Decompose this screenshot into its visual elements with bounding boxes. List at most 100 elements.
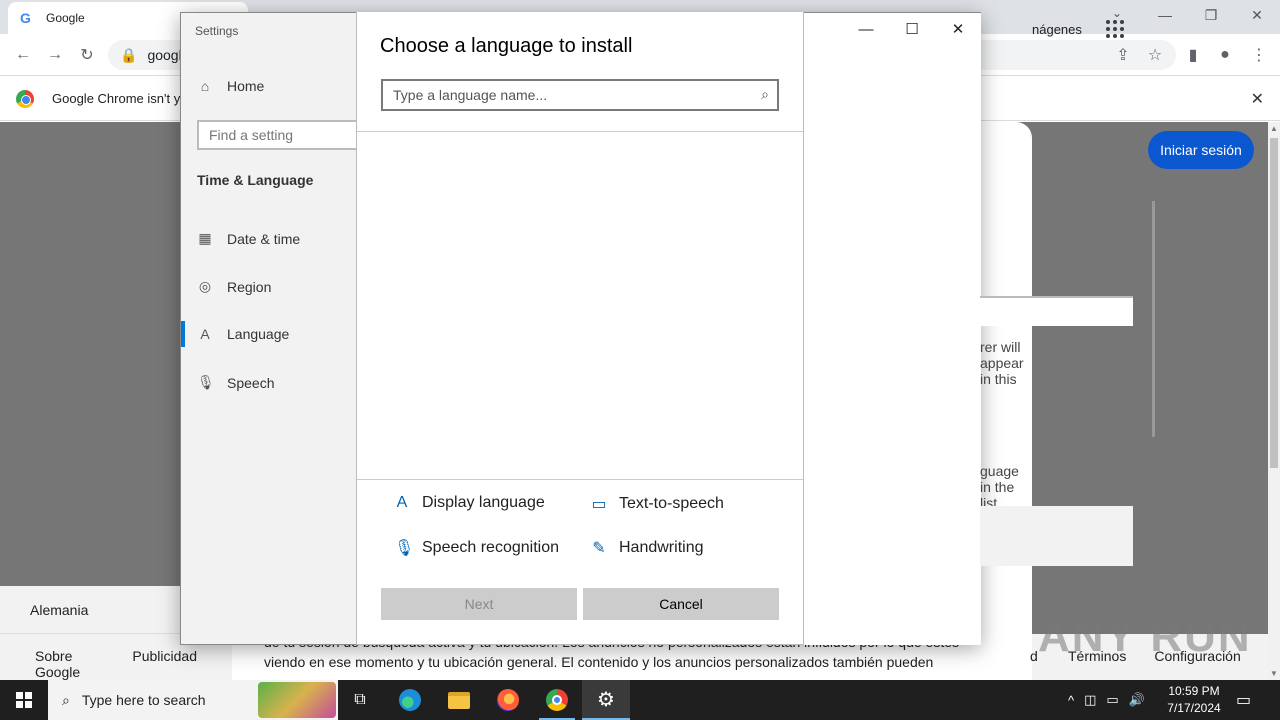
scroll-up-arrow-icon[interactable]: ▲ xyxy=(1270,124,1278,133)
reload-icon[interactable]: ↻ xyxy=(76,44,98,66)
microphone-icon: 🎙 xyxy=(197,374,215,390)
folder-icon xyxy=(448,691,470,709)
google-favicon-icon: G xyxy=(20,10,31,26)
settings-close-button[interactable]: ✕ xyxy=(935,13,981,45)
feature-label: Display language xyxy=(422,494,545,511)
profile-avatar-icon[interactable]: ● xyxy=(1214,44,1236,66)
language-search-input[interactable]: Type a language name... ⌕ xyxy=(381,79,779,111)
footer-link-ads[interactable]: Publicidad xyxy=(132,648,197,666)
page-scrollbar[interactable]: ▲ ▼ xyxy=(1268,122,1280,680)
find-setting-input[interactable]: Find a setting xyxy=(197,120,367,150)
chrome-menu-icon[interactable]: ⋮ xyxy=(1248,44,1270,66)
taskbar-chrome[interactable] xyxy=(533,680,581,720)
share-icon[interactable]: ⇪ xyxy=(1112,44,1134,66)
taskbar-search-box[interactable]: ⌕ Type here to search xyxy=(48,680,338,720)
scroll-down-arrow-icon[interactable]: ▼ xyxy=(1270,669,1278,678)
footer-right-prefix: d xyxy=(1030,648,1038,664)
feature-label: Handwriting xyxy=(619,539,704,556)
feature-label: Speech recognition xyxy=(422,539,559,556)
nav-region[interactable]: ◎ Region xyxy=(197,278,271,295)
clock-date: 7/17/2024 xyxy=(1167,701,1221,715)
nav-date-time[interactable]: ▦ Date & time xyxy=(197,230,300,247)
taskbar-settings[interactable]: ⚙ xyxy=(582,680,630,720)
background-input xyxy=(980,296,1133,326)
task-view-icon: ⧉ xyxy=(354,691,366,708)
device-icon[interactable]: ◫ xyxy=(1084,692,1096,708)
settings-scrollbar[interactable] xyxy=(1152,201,1155,437)
signin-button[interactable]: Iniciar sesión xyxy=(1148,131,1254,169)
nav-label: Language xyxy=(227,326,290,342)
handwriting-icon: ✎ xyxy=(592,540,606,557)
settings-window-controls: — ☐ ✕ xyxy=(843,13,981,45)
divider xyxy=(357,479,803,480)
feature-handwriting: ✎ Handwriting xyxy=(591,538,703,558)
network-icon[interactable]: ▭ xyxy=(1106,692,1118,708)
notification-icon[interactable]: ▭ xyxy=(1236,690,1251,710)
nav-label: Speech xyxy=(227,374,275,391)
taskbar-clock[interactable]: 10:59 PM 7/17/2024 xyxy=(1164,683,1224,717)
tab-search-chevron-icon[interactable]: ⌄ xyxy=(1112,6,1122,20)
globe-icon: ◎ xyxy=(198,278,212,294)
volume-icon[interactable]: 🔊 xyxy=(1129,692,1145,708)
infobar-text: Google Chrome isn't y xyxy=(52,91,181,106)
feature-display-language: A Display language xyxy=(394,494,545,512)
lock-icon: 🔒 xyxy=(120,46,138,63)
infobar-close-icon[interactable]: ✕ xyxy=(1251,89,1264,109)
back-arrow-icon[interactable]: ← xyxy=(12,44,34,66)
footer-link-about[interactable]: Sobre Google xyxy=(35,648,106,680)
anyrun-watermark: ANY RUN xyxy=(1038,612,1252,661)
bookmark-star-icon[interactable]: ☆ xyxy=(1144,44,1166,66)
nav-label: Date & time xyxy=(227,230,301,247)
background-panel xyxy=(980,506,1133,566)
chrome-minimize-button[interactable]: — xyxy=(1142,0,1188,30)
chrome-restore-button[interactable]: ❐ xyxy=(1188,0,1234,30)
display-language-icon: A xyxy=(396,494,408,511)
nav-home-label: Home xyxy=(227,78,265,94)
taskbar-file-explorer[interactable] xyxy=(435,680,483,720)
tab-title: Google xyxy=(46,11,85,25)
taskbar: ⌕ Type here to search ⧉ ⚙ ^ ◫ ▭ 🔊 10:59 … xyxy=(0,680,1280,720)
taskbar-edge[interactable] xyxy=(386,680,434,720)
start-button[interactable] xyxy=(0,680,48,720)
dialog-title: Choose a language to install xyxy=(380,35,633,57)
choose-language-dialog: Choose a language to install Type a lang… xyxy=(356,12,804,645)
background-text: rer will appear in this xyxy=(980,339,1024,387)
search-icon: ⌕ xyxy=(761,86,769,102)
chrome-logo-icon xyxy=(16,89,34,108)
system-tray: ^ ◫ ▭ 🔊 xyxy=(1068,680,1145,720)
language-icon: A xyxy=(200,326,210,342)
taskbar-search-placeholder: Type here to search xyxy=(81,692,206,708)
google-apps-icon[interactable] xyxy=(1106,20,1124,38)
next-button[interactable]: Next xyxy=(381,588,577,620)
taskbar-firefox[interactable] xyxy=(484,680,532,720)
settings-window-title: Settings xyxy=(195,24,239,38)
task-view-button[interactable]: ⧉ xyxy=(336,680,384,720)
settings-minimize-button[interactable]: — xyxy=(843,13,889,45)
feature-speech-recognition: 🎙 Speech recognition xyxy=(394,538,559,558)
nav-speech[interactable]: 🎙 Speech xyxy=(197,374,274,391)
gear-icon: ⚙ xyxy=(597,688,615,711)
scrollbar-thumb[interactable] xyxy=(1270,138,1278,468)
nav-home[interactable]: ⌂ Home xyxy=(197,78,265,94)
chrome-window-controls: — ❐ ✕ xyxy=(1142,0,1280,30)
chrome-close-button[interactable]: ✕ xyxy=(1234,0,1280,30)
section-title: Time & Language xyxy=(197,172,314,188)
microphone-icon: 🎙 xyxy=(394,540,415,557)
chrome-icon xyxy=(546,689,568,711)
cancel-button[interactable]: Cancel xyxy=(583,588,779,620)
images-link[interactable]: nágenes xyxy=(1032,22,1082,37)
forward-arrow-icon[interactable]: → xyxy=(44,44,66,66)
settings-maximize-button[interactable]: ☐ xyxy=(889,13,935,45)
windows-logo-icon xyxy=(16,692,32,708)
text-to-speech-icon: ▭ xyxy=(591,496,607,513)
feature-label: Text-to-speech xyxy=(619,495,724,512)
nav-language[interactable]: A Language xyxy=(197,326,289,342)
feature-text-to-speech: ▭ Text-to-speech xyxy=(591,494,724,514)
nav-active-indicator xyxy=(181,321,185,347)
chevron-up-icon[interactable]: ^ xyxy=(1068,693,1074,708)
search-icon: ⌕ xyxy=(62,691,70,708)
language-search-placeholder: Type a language name... xyxy=(393,87,548,103)
side-panel-icon[interactable]: ▮ xyxy=(1182,44,1204,66)
divider xyxy=(357,131,803,132)
edge-icon xyxy=(399,689,421,711)
